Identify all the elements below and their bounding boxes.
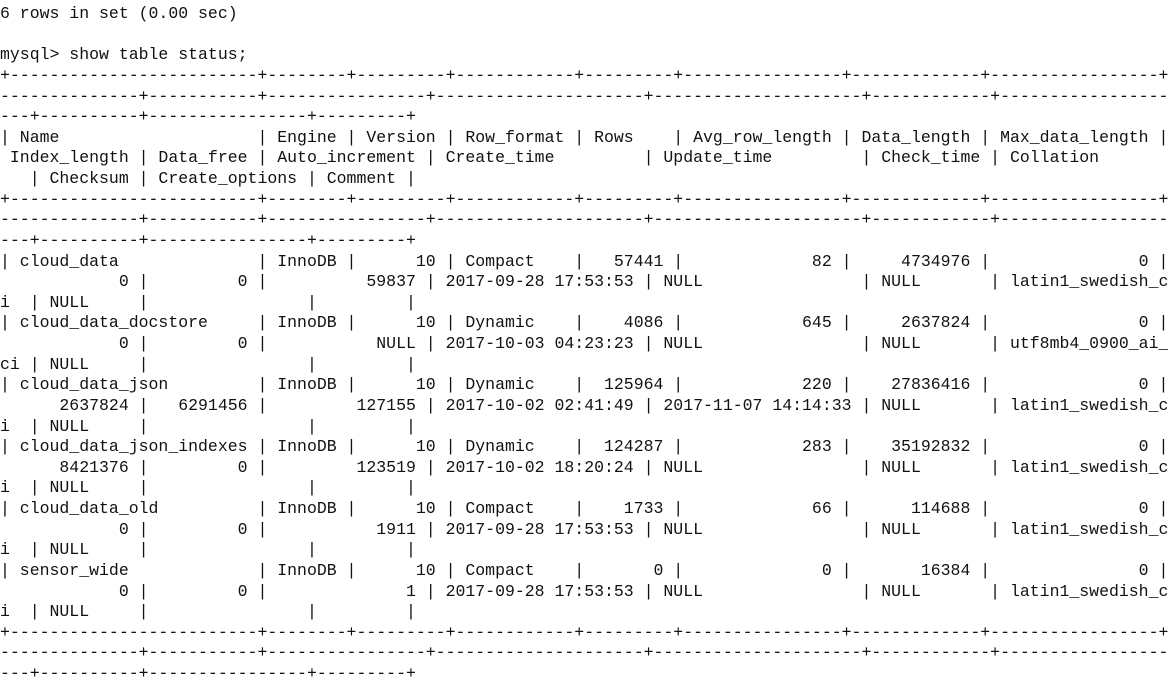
mysql-terminal-output: 6 rows in set (0.00 sec) mysql> show tab… [0,0,1168,693]
